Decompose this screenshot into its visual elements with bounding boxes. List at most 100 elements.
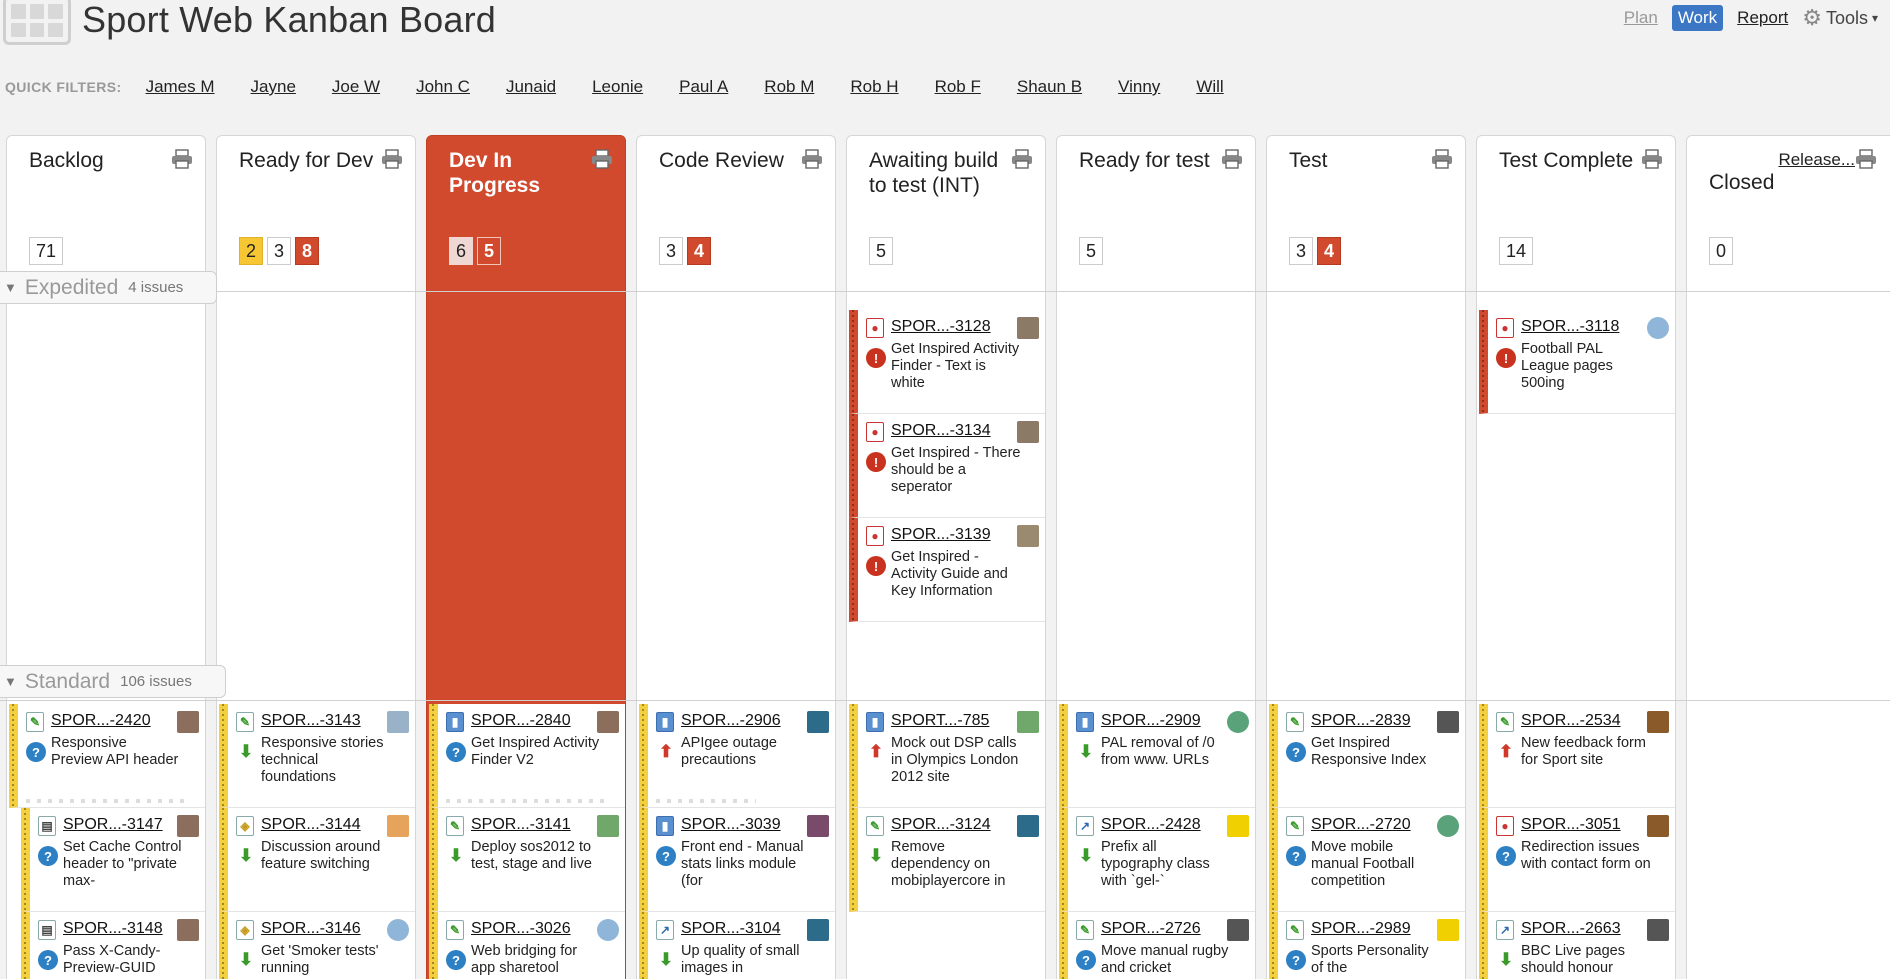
question-priority-icon: ? [1286, 846, 1306, 866]
issue-key[interactable]: SPOR...-3134 [891, 422, 991, 440]
quick-filter-item[interactable]: John C [416, 77, 470, 97]
issue-key[interactable]: SPOR...-2840 [471, 712, 571, 730]
low-priority-icon: ⬇ [238, 846, 254, 865]
issue-key[interactable]: SPORT...-785 [891, 712, 989, 730]
column-count: 3 [1289, 237, 1313, 265]
issue-key[interactable]: SPOR...-3144 [261, 816, 361, 834]
issue-card[interactable]: ✎ SPOR...-2534 ⬆ New feedback form for S… [1479, 704, 1675, 808]
issue-key[interactable]: SPOR...-3147 [63, 816, 163, 834]
issue-card[interactable]: ● SPOR...-3051 ? Redirection issues with… [1479, 808, 1675, 912]
issue-card[interactable]: ↗ SPOR...-2428 ⬇ Prefix all typography c… [1059, 808, 1255, 912]
issue-key[interactable]: SPOR...-3118 [1521, 318, 1619, 336]
issue-key[interactable]: SPOR...-3148 [63, 920, 163, 938]
issue-key[interactable]: SPOR...-3146 [261, 920, 361, 938]
issue-card[interactable]: ● SPOR...-3139 ! Get Inspired - Activity… [849, 518, 1045, 622]
quick-filter-item[interactable]: Leonie [592, 77, 643, 97]
issue-card[interactable]: ● SPOR...-3118 ! Football PAL League pag… [1479, 310, 1675, 414]
quick-filter-item[interactable]: Rob H [850, 77, 898, 97]
story-icon: ✎ [1496, 712, 1514, 732]
quick-filter-item[interactable]: Will [1196, 77, 1223, 97]
issue-card[interactable]: ✎ SPOR...-2726 ? Move manual rugby and c… [1059, 912, 1255, 979]
issue-card[interactable]: ▮ SPOR...-3039 ? Front end - Manual stat… [639, 808, 835, 912]
issue-key[interactable]: SPOR...-2534 [1521, 712, 1621, 730]
quick-filter-item[interactable]: Jayne [251, 77, 296, 97]
issue-card[interactable]: ▤ SPOR...-3147 ? Set Cache Control heade… [21, 808, 205, 912]
issue-key[interactable]: SPOR...-3143 [261, 712, 361, 730]
quick-filter-item[interactable]: Junaid [506, 77, 556, 97]
question-priority-icon: ? [26, 742, 46, 762]
quick-filter-item[interactable]: Rob F [935, 77, 981, 97]
print-icon[interactable] [1641, 149, 1663, 169]
top-nav: Plan Work Report ⚙ Tools ▾ [1624, 0, 1890, 36]
quick-filter-item[interactable]: James M [146, 77, 215, 97]
issue-card[interactable]: ✎ SPOR...-3143 ⬇ Responsive stories tech… [219, 704, 415, 808]
print-icon[interactable] [1855, 149, 1877, 169]
issue-key[interactable]: SPOR...-2428 [1101, 816, 1201, 834]
nav-work-tab[interactable]: Work [1671, 5, 1724, 31]
issue-key[interactable]: SPOR...-3141 [471, 816, 571, 834]
issue-card[interactable]: ✎ SPOR...-2720 ? Move mobile manual Foot… [1269, 808, 1465, 912]
issue-key[interactable]: SPOR...-2906 [681, 712, 781, 730]
print-icon[interactable] [591, 149, 613, 169]
issue-key[interactable]: SPOR...-3128 [891, 318, 991, 336]
column-title: Ready for Dev [239, 149, 374, 172]
issue-key[interactable]: SPOR...-2720 [1311, 816, 1411, 834]
print-icon[interactable] [801, 149, 823, 169]
quick-filter-item[interactable]: Paul A [679, 77, 728, 97]
quick-filter-item[interactable]: Vinny [1118, 77, 1160, 97]
avatar [1647, 711, 1669, 733]
issue-key[interactable]: SPOR...-3104 [681, 920, 781, 938]
issue-card[interactable]: ◈ SPOR...-3144 ⬇ Discussion around featu… [219, 808, 415, 912]
nav-plan-link[interactable]: Plan [1624, 8, 1658, 28]
issue-summary: APIgee outage precautions [681, 735, 777, 768]
issue-key[interactable]: SPOR...-3039 [681, 816, 781, 834]
issue-card[interactable]: ▮ SPOR...-2906 ⬆ APIgee outage precautio… [639, 704, 835, 808]
issue-key[interactable]: SPOR...-2909 [1101, 712, 1201, 730]
print-icon[interactable] [1011, 149, 1033, 169]
print-icon[interactable] [1431, 149, 1453, 169]
issue-key[interactable]: SPOR...-2989 [1311, 920, 1411, 938]
issue-card[interactable]: ✎ SPOR...-2420 ? Responsive Preview API … [9, 704, 205, 808]
nav-report-link[interactable]: Report [1737, 8, 1788, 28]
issue-summary: Set Cache Control header to "private max… [63, 839, 182, 889]
print-icon[interactable] [381, 149, 403, 169]
issue-card[interactable]: ● SPOR...-3128 ! Get Inspired Activity F… [849, 310, 1045, 414]
question-priority-icon: ? [446, 742, 466, 762]
low-priority-icon: ⬇ [238, 742, 254, 761]
tools-menu[interactable]: ⚙ Tools ▾ [1802, 5, 1878, 31]
issue-key[interactable]: SPOR...-3139 [891, 526, 991, 544]
issue-card[interactable]: ● SPOR...-3134 ! Get Inspired - There sh… [849, 414, 1045, 518]
quick-filter-item[interactable]: Joe W [332, 77, 380, 97]
issue-card[interactable]: ↗ SPOR...-2663 ⬇ BBC Live pages should h… [1479, 912, 1675, 979]
release-link[interactable]: Release... [1778, 150, 1855, 170]
issue-card[interactable]: ▮ SPORT...-785 ⬆ Mock out DSP calls in O… [849, 704, 1045, 808]
print-icon[interactable] [1221, 149, 1243, 169]
issue-card[interactable]: ✎ SPOR...-2989 ? Sports Personality of t… [1269, 912, 1465, 979]
quick-filter-item[interactable]: Shaun B [1017, 77, 1082, 97]
swimlane-expedited-header[interactable]: ▼ Expedited 4 issues [0, 271, 217, 304]
issue-card[interactable]: ✎ SPOR...-3141 ⬇ Deploy sos2012 to test,… [429, 808, 625, 912]
issue-key[interactable]: SPOR...-3051 [1521, 816, 1621, 834]
issue-key[interactable]: SPOR...-2420 [51, 712, 151, 730]
issue-key[interactable]: SPOR...-3124 [891, 816, 991, 834]
question-priority-icon: ? [656, 846, 676, 866]
issue-card[interactable]: ✎ SPOR...-3026 ? Web bridging for app sh… [429, 912, 625, 979]
issue-card[interactable]: ▮ SPOR...-2909 ⬇ PAL removal of /0 from … [1059, 704, 1255, 808]
issue-key[interactable]: SPOR...-2839 [1311, 712, 1411, 730]
column-title: Closed [1709, 171, 1775, 194]
print-icon[interactable] [171, 149, 193, 169]
avatar [387, 919, 409, 941]
issue-key[interactable]: SPOR...-2663 [1521, 920, 1621, 938]
swimlane-standard-header[interactable]: ▼ Standard 106 issues [0, 665, 226, 698]
issue-card[interactable]: ▮ SPOR...-2840 ? Get Inspired Activity F… [429, 704, 625, 808]
issue-card[interactable]: ◈ SPOR...-3146 ⬇ Get 'Smoker tests' runn… [219, 912, 415, 979]
issue-card[interactable]: ↗ SPOR...-3104 ⬇ Up quality of small ima… [639, 912, 835, 979]
high-priority-icon: ⬆ [868, 742, 884, 761]
issue-card[interactable]: ✎ SPOR...-2839 ? Get Inspired Responsive… [1269, 704, 1465, 808]
quick-filter-item[interactable]: Rob M [764, 77, 814, 97]
issue-card[interactable]: ✎ SPOR...-3124 ⬇ Remove dependency on mo… [849, 808, 1045, 912]
column-title: Test Complete [1499, 149, 1634, 172]
issue-card[interactable]: ▤ SPOR...-3148 ? Pass X-Candy-Preview-GU… [21, 912, 205, 979]
issue-key[interactable]: SPOR...-3026 [471, 920, 571, 938]
issue-key[interactable]: SPOR...-2726 [1101, 920, 1201, 938]
